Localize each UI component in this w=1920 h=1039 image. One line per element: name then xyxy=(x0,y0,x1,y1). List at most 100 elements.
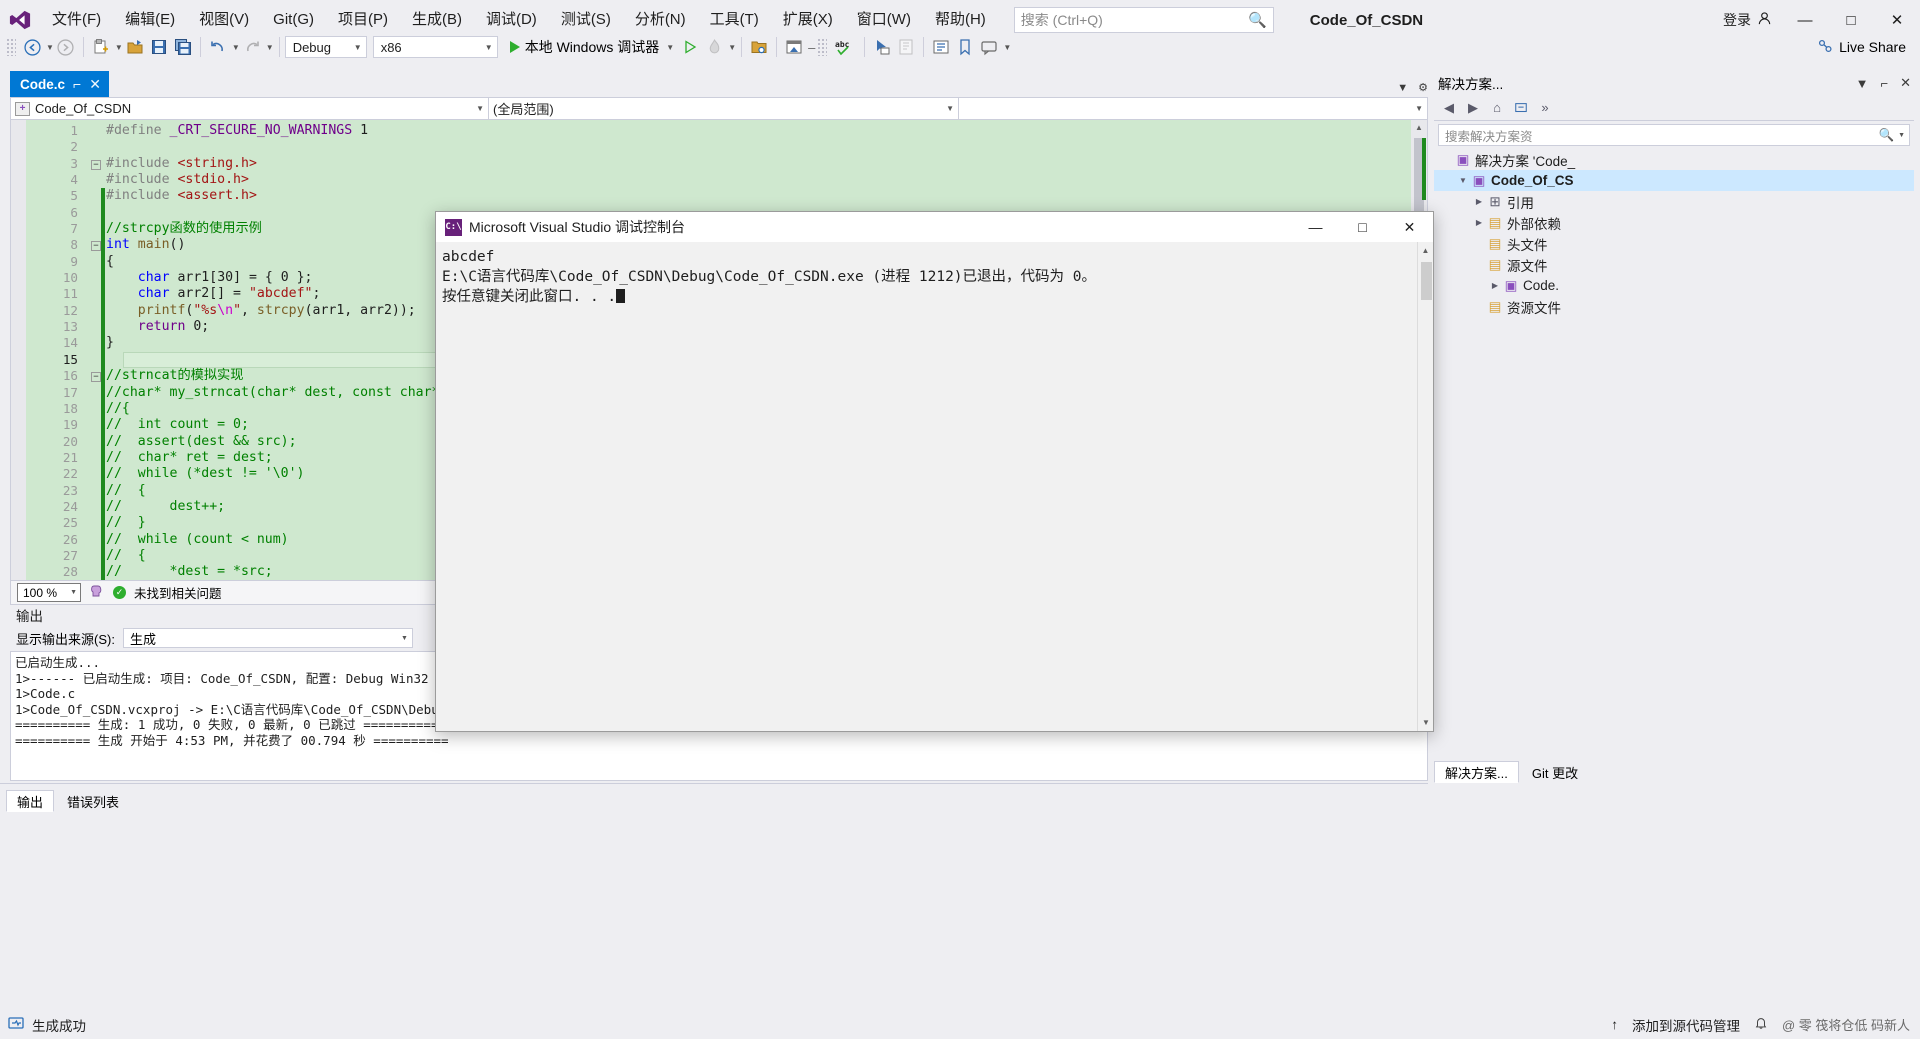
code-text: // int count = 0; xyxy=(106,417,249,433)
console-close-button[interactable]: ✕ xyxy=(1386,212,1433,242)
code-panel-icon[interactable] xyxy=(894,35,918,59)
bell-icon[interactable] xyxy=(1754,1016,1768,1033)
comment-dropdown-icon[interactable]: ▼ xyxy=(1003,43,1011,52)
line-number: 7 xyxy=(70,221,78,237)
hot-reload-dropdown-icon[interactable]: ▼ xyxy=(728,43,736,52)
redo-dropdown-icon[interactable]: ▼ xyxy=(266,43,274,52)
tree-item[interactable]: ▶ ▣ Code. xyxy=(1434,275,1914,296)
chevron-down-icon[interactable]: ▼ xyxy=(1853,76,1872,91)
play-outline-icon[interactable] xyxy=(678,35,702,59)
build-configuration-select[interactable]: Debug ▼ xyxy=(284,36,367,58)
folder-icon: ▤ xyxy=(1488,235,1502,251)
save-icon[interactable] xyxy=(147,35,171,59)
intellisense-icon[interactable] xyxy=(89,583,105,602)
line-number: 20 xyxy=(62,433,78,449)
line-number: 22 xyxy=(62,466,78,482)
save-all-icon[interactable] xyxy=(171,35,195,59)
chevron-down-icon: ▼ xyxy=(484,42,493,52)
pin-icon[interactable]: ⌐ xyxy=(1878,76,1892,91)
forward-icon[interactable]: ▶ xyxy=(1462,97,1484,119)
more-icon[interactable]: » xyxy=(1534,97,1556,119)
close-icon[interactable]: ✕ xyxy=(1897,75,1914,91)
up-arrow-icon[interactable]: ↑ xyxy=(1611,1017,1618,1032)
undo-icon[interactable] xyxy=(206,35,230,59)
tree-item[interactable]: ▶ ⊞ 引用 xyxy=(1434,191,1914,212)
new-project-icon[interactable] xyxy=(89,35,113,59)
editor-tab-code-c[interactable]: Code.c ⌐ ✕ xyxy=(10,71,109,97)
hot-reload-icon[interactable] xyxy=(702,35,726,59)
navigate-back-icon[interactable] xyxy=(20,35,44,59)
open-file-icon[interactable] xyxy=(123,35,147,59)
selection-margin[interactable] xyxy=(11,120,26,580)
toolbar-separator xyxy=(741,37,743,57)
code-text: //{ xyxy=(106,400,130,416)
output-source-select[interactable]: 生成 ▼ xyxy=(122,628,413,648)
twisty-icon[interactable]: ▼ xyxy=(1456,176,1470,185)
navbar-scope-select[interactable]: (全局范围) ▼ xyxy=(489,98,959,119)
zoom-level-select[interactable]: 100 % ▼ xyxy=(17,583,81,602)
folder-search-icon[interactable] xyxy=(747,35,771,59)
bookmark-icon[interactable] xyxy=(953,35,977,59)
tab-output[interactable]: 输出 xyxy=(6,790,55,812)
navbar-project-select[interactable]: + Code_Of_CSDN ▼ xyxy=(11,98,489,119)
tree-item[interactable]: ▣ 解决方案 'Code_ xyxy=(1434,149,1914,170)
close-icon[interactable]: ✕ xyxy=(89,76,101,93)
fold-toggle-icon[interactable]: − xyxy=(88,237,104,253)
console-window-controls: — □ ✕ xyxy=(1292,212,1433,242)
comment-icon[interactable] xyxy=(977,35,1001,59)
toolbar-grip[interactable] xyxy=(817,38,828,56)
code-text: // assert(dest && src); xyxy=(106,433,297,449)
chevron-down-icon[interactable]: ▼ xyxy=(1397,82,1408,94)
tab-git-changes[interactable]: Git 更改 xyxy=(1521,761,1589,783)
undo-dropdown-icon[interactable]: ▼ xyxy=(232,43,240,52)
chevron-down-icon[interactable]: ▼ xyxy=(1894,132,1905,139)
tree-item[interactable]: ▶ ▤ 外部依赖 xyxy=(1434,212,1914,233)
tree-item[interactable]: ▤ 源文件 xyxy=(1434,254,1914,275)
tree-item[interactable]: ▤ 资源文件 xyxy=(1434,296,1914,317)
source-control-label[interactable]: 添加到源代码管理 xyxy=(1632,1015,1740,1035)
sign-in-button[interactable]: 登录 xyxy=(1713,10,1782,30)
live-share-button[interactable]: Live Share xyxy=(1817,38,1906,57)
toolbar-grip[interactable] xyxy=(6,38,16,56)
tab-error-list[interactable]: 错误列表 xyxy=(56,790,130,812)
navbar-member-select[interactable]: ▼ xyxy=(959,98,1427,119)
window-title: Code_Of_CSDN xyxy=(1309,11,1424,29)
pin-icon[interactable]: ⌐ xyxy=(73,76,81,92)
start-debugging-button[interactable]: 本地 Windows 调试器 ▼ xyxy=(506,35,679,59)
solution-explorer-search-input[interactable]: 搜索解决方案资 🔍 ▼ xyxy=(1438,124,1910,146)
fold-toggle-icon[interactable]: − xyxy=(88,156,104,172)
abc-spellcheck-icon[interactable]: abc xyxy=(831,35,859,59)
pointer-select-icon[interactable] xyxy=(870,35,894,59)
home-icon[interactable]: ⌂ xyxy=(1486,97,1508,119)
list-icon[interactable] xyxy=(929,35,953,59)
twisty-icon[interactable]: ▶ xyxy=(1472,197,1486,206)
back-icon[interactable]: ◀ xyxy=(1438,97,1460,119)
new-project-dropdown-icon[interactable]: ▼ xyxy=(115,43,123,52)
scroll-down-icon[interactable]: ▼ xyxy=(1418,714,1434,731)
build-platform-select[interactable]: x86 ▼ xyxy=(372,36,498,58)
console-vertical-scrollbar[interactable]: ▲ ▼ xyxy=(1417,242,1433,731)
scrollbar-thumb[interactable] xyxy=(1421,262,1432,300)
debug-console-window[interactable]: C:\ Microsoft Visual Studio 调试控制台 — □ ✕ … xyxy=(435,211,1434,732)
twisty-icon[interactable]: ▶ xyxy=(1488,281,1502,290)
console-minimize-button[interactable]: — xyxy=(1292,212,1339,242)
navigate-forward-icon[interactable] xyxy=(54,35,78,59)
tree-item[interactable]: ▼ ▣ Code_Of_CS xyxy=(1434,170,1914,191)
scroll-up-icon[interactable]: ▲ xyxy=(1418,242,1433,259)
gear-icon[interactable]: ⚙ xyxy=(1418,81,1428,94)
console-output-text[interactable]: abcdef E:\C语言代码库\Code_Of_CSDN\Debug\Code_… xyxy=(436,242,1433,731)
back-dropdown-icon[interactable]: ▼ xyxy=(46,43,54,52)
scroll-up-icon[interactable]: ▲ xyxy=(1411,120,1427,136)
tree-item[interactable]: ▤ 头文件 xyxy=(1434,233,1914,254)
redo-icon[interactable] xyxy=(240,35,264,59)
tab-solution-explorer[interactable]: 解决方案... xyxy=(1434,761,1519,783)
sync-icon[interactable] xyxy=(1510,97,1532,119)
search-input[interactable]: 搜索 (Ctrl+Q) 🔍 xyxy=(1013,7,1274,33)
tree-item-label: Code. xyxy=(1523,278,1560,293)
twisty-icon[interactable]: ▶ xyxy=(1472,218,1486,227)
window-layout-icon[interactable] xyxy=(782,35,806,59)
solution-tree[interactable]: ▣ 解决方案 'Code_ ▼ ▣ Code_Of_CS ▶ ⊞ 引用 ▶ ▤ 外部依赖 ▤ 头文件 ▤ 源… xyxy=(1434,149,1914,317)
search-icon: 🔍 xyxy=(1878,127,1895,142)
fold-toggle-icon[interactable]: − xyxy=(88,368,104,384)
console-maximize-button[interactable]: □ xyxy=(1339,212,1386,242)
